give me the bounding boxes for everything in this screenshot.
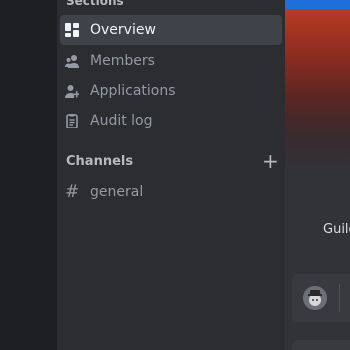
server-rail — [0, 0, 57, 350]
sidebar-item-label: Audit log — [90, 113, 153, 129]
main-panel: Guild — [285, 0, 350, 350]
guild-text: Guild — [323, 222, 350, 237]
sidebar-item-audit-log[interactable]: Audit log — [60, 106, 282, 136]
channel-item-general[interactable]: # general — [60, 177, 282, 207]
channels-title: Channels — [66, 153, 134, 169]
audit-log-icon — [65, 114, 79, 128]
sidebar-item-overview[interactable]: Overview — [60, 15, 282, 45]
sidebar-item-label: Applications — [90, 83, 176, 99]
sidebar-item-applications[interactable]: Applications — [60, 76, 282, 106]
members-icon — [65, 54, 79, 68]
guild-banner — [285, 9, 350, 169]
channels-header: Channels + — [66, 151, 279, 171]
channel-label: general — [90, 184, 144, 200]
sidebar-item-label: Members — [90, 53, 155, 69]
member-card-secondary[interactable] — [292, 340, 350, 350]
overview-icon — [65, 23, 79, 37]
applications-icon — [65, 84, 79, 98]
accent-strip — [285, 0, 350, 9]
avatar[interactable] — [303, 286, 327, 310]
sidebar-item-label: Overview — [90, 22, 156, 38]
sections-header: Sections — [66, 0, 124, 8]
sidebar-item-members[interactable]: Members — [60, 46, 282, 76]
plus-icon[interactable]: + — [262, 151, 279, 171]
hash-icon: # — [65, 182, 80, 202]
settings-sidebar: Sections Overview Members Applications A… — [57, 0, 285, 350]
card-divider — [339, 284, 340, 312]
